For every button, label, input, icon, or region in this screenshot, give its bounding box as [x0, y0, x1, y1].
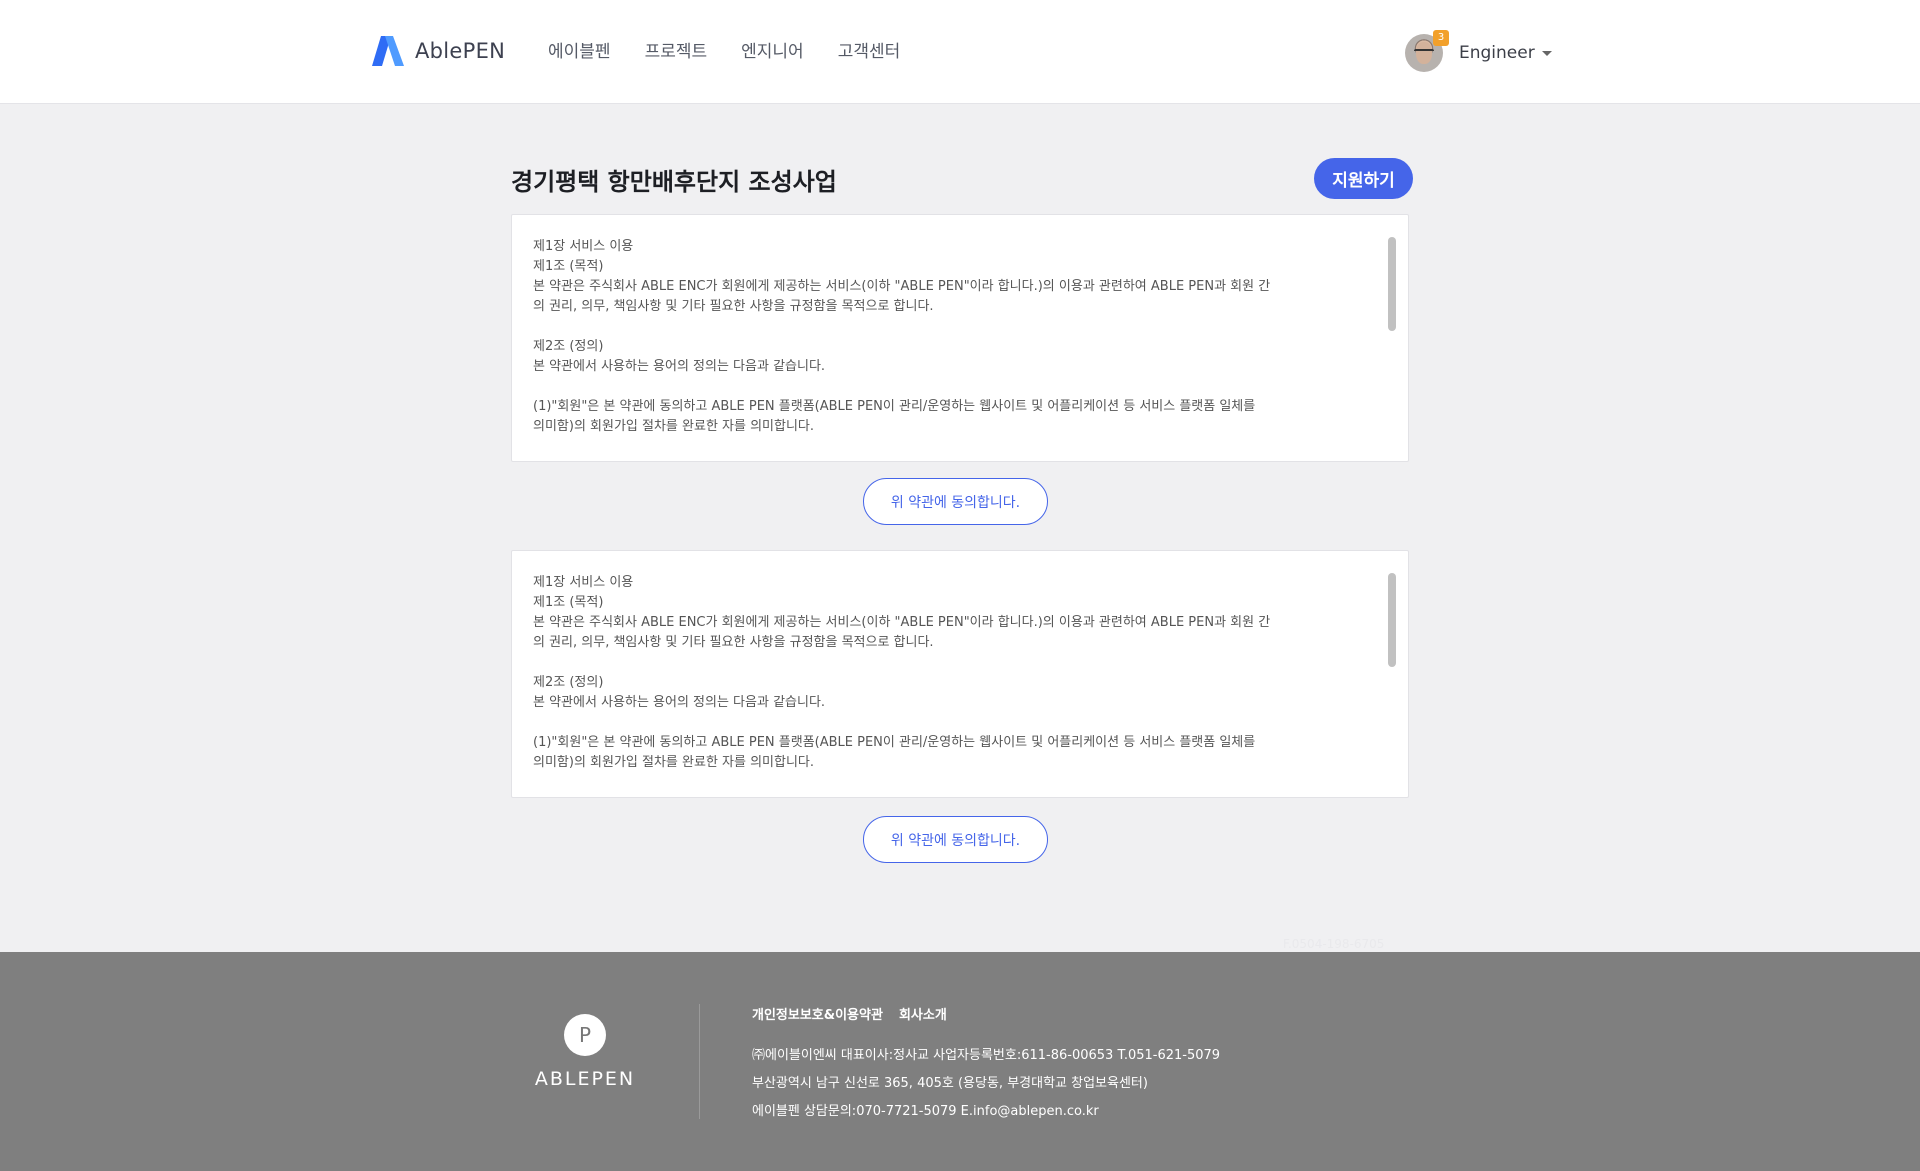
- avatar[interactable]: 3: [1405, 30, 1449, 72]
- terms-line: 본 약관은 주식회사 ABLE ENC가 회원에게 제공하는 서비스(이하 "A…: [533, 615, 1271, 630]
- terms-line: [533, 317, 1350, 337]
- fax-number: F.0504-198-6705: [1283, 937, 1385, 951]
- ablepen-logo-icon: [372, 36, 404, 66]
- chevron-down-icon[interactable]: [1541, 50, 1552, 56]
- main-nav: 에이블펜 프로젝트 엔지니어 고객센터: [548, 37, 900, 62]
- terms-line: [533, 377, 1350, 397]
- footer-link-company[interactable]: 회사소개: [899, 1004, 947, 1023]
- terms-line: 본 약관에서 사용하는 용어의 정의는 다음과 같습니다.: [533, 359, 826, 374]
- terms-box[interactable]: 제1장 서비스 이용 제1조 (목적) 본 약관은 주식회사 ABLE ENC가…: [511, 550, 1409, 798]
- footer-logo-text: ABLEPEN: [534, 1068, 636, 1090]
- terms-line: 의미함)의 회원가입 절차를 완료한 자를 의미합니다.: [533, 419, 815, 434]
- ablepen-logo[interactable]: AblePEN: [371, 33, 505, 69]
- terms-line: (1)"회원"은 본 약관에 동의하고 ABLE PEN 플랫폼(ABLE PE…: [533, 735, 1256, 750]
- agree-button[interactable]: 위 약관에 동의합니다.: [863, 478, 1048, 525]
- terms-line: 제1조 (목적): [533, 595, 604, 610]
- nav-engineer[interactable]: 엔지니어: [741, 37, 804, 62]
- top-header: AblePEN 에이블펜 프로젝트 엔지니어 고객센터 3 Engineer: [0, 0, 1920, 104]
- terms-line: 제1조 (목적): [533, 259, 604, 274]
- nav-support[interactable]: 고객센터: [838, 37, 901, 62]
- terms-line: 의미함)의 회원가입 절차를 완료한 자를 의미합니다.: [533, 755, 815, 770]
- footer-logo-icon: P: [564, 1014, 606, 1056]
- terms-line: 제1장 서비스 이용: [533, 239, 634, 254]
- scrollbar[interactable]: [1388, 573, 1396, 667]
- footer-link-privacy-terms[interactable]: 개인정보보호&이용약관: [752, 1004, 883, 1023]
- terms-line: 본 약관은 주식회사 ABLE ENC가 회원에게 제공하는 서비스(이하 "A…: [533, 279, 1271, 294]
- terms-line: 제1장 서비스 이용: [533, 575, 634, 590]
- terms-line: [533, 653, 1350, 673]
- user-name[interactable]: Engineer: [1459, 43, 1535, 63]
- terms-box[interactable]: 제1장 서비스 이용 제1조 (목적) 본 약관은 주식회사 ABLE ENC가…: [511, 214, 1409, 462]
- footer-links: 개인정보보호&이용약관 회사소개: [752, 1004, 947, 1023]
- footer-info-line: 에이블펜 상담문의:070-7721-5079 E.info@ablepen.c…: [752, 1104, 1099, 1119]
- logo-text: AblePEN: [415, 39, 506, 63]
- footer: P ABLEPEN 개인정보보호&이용약관 회사소개 ㈜에이블이엔씨 대표이사:…: [0, 952, 1920, 1171]
- terms-line: 의 권리, 의무, 책임사항 및 기타 필요한 사항을 규정함을 목적으로 합니…: [533, 635, 934, 650]
- terms-line: 의 권리, 의무, 책임사항 및 기타 필요한 사항을 규정함을 목적으로 합니…: [533, 299, 934, 314]
- page-title: 경기평택 항만배후단지 조성사업: [511, 168, 837, 196]
- terms-line: (1)"회원"은 본 약관에 동의하고 ABLE PEN 플랫폼(ABLE PE…: [533, 399, 1256, 414]
- terms-line: 본 약관에서 사용하는 용어의 정의는 다음과 같습니다.: [533, 695, 826, 710]
- footer-info: ㈜에이블이엔씨 대표이사:정사교 사업자등록번호:611-86-00653 T.…: [752, 1042, 1220, 1126]
- terms-line: [533, 713, 1350, 733]
- footer-logo: P ABLEPEN: [530, 1014, 640, 1090]
- terms-line: 제2조 (정의): [533, 675, 604, 690]
- nav-ablepen[interactable]: 에이블펜: [548, 37, 611, 62]
- notification-badge: 3: [1433, 30, 1449, 46]
- footer-info-line: 부산광역시 남구 신선로 365, 405호 (용당동, 부경대학교 창업보육센…: [752, 1076, 1148, 1091]
- agree-button[interactable]: 위 약관에 동의합니다.: [863, 816, 1048, 863]
- user-menu[interactable]: 3 Engineer: [1405, 30, 1552, 72]
- footer-info-line: ㈜에이블이엔씨 대표이사:정사교 사업자등록번호:611-86-00653 T.…: [752, 1048, 1221, 1063]
- footer-divider: [699, 1004, 700, 1119]
- scrollbar[interactable]: [1388, 237, 1396, 331]
- apply-button[interactable]: 지원하기: [1314, 158, 1413, 199]
- nav-project[interactable]: 프로젝트: [645, 37, 708, 62]
- terms-line: 제2조 (정의): [533, 339, 604, 354]
- avatar-glasses: [1414, 49, 1434, 54]
